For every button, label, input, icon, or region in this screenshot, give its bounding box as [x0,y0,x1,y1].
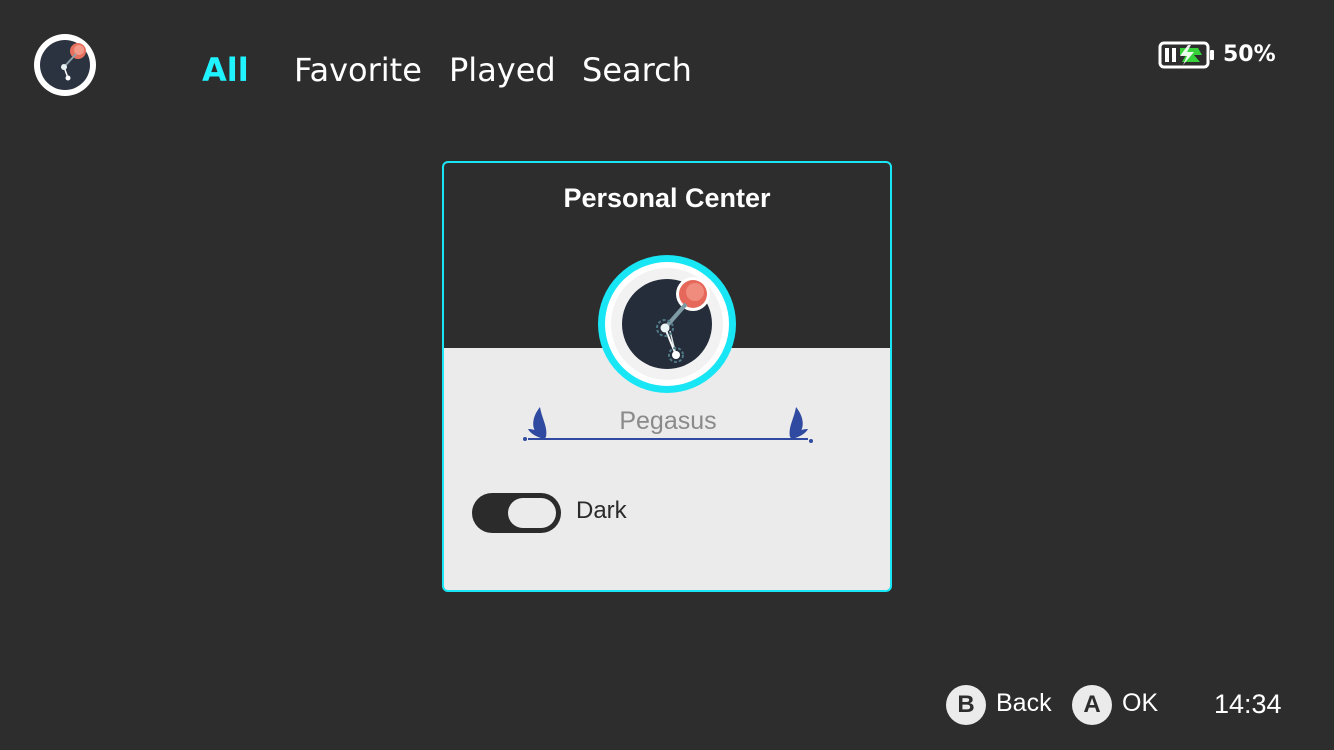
avatar-icon-graphic [34,34,96,96]
profile-avatar-icon[interactable] [598,255,736,393]
tab-all[interactable]: All [202,48,249,92]
avatar-icon[interactable] [34,34,96,96]
toggle-knob [508,498,556,528]
tab-search[interactable]: Search [582,48,692,92]
battery-percent: 50% [1223,42,1276,67]
clock: 14:34 [1214,689,1282,719]
card-title: Personal Center [563,183,771,213]
screen: All Favorite Played Search 50% Personal … [0,0,1334,750]
username-text: Pegasus [619,407,717,435]
ok-label: OK [1122,689,1159,717]
username-field[interactable]: Pegasus [522,401,814,449]
tab-favorite[interactable]: Favorite [294,48,422,92]
battery-charging-icon [1158,40,1216,70]
back-label: Back [996,689,1052,717]
dark-mode-toggle[interactable] [472,493,561,533]
tab-played[interactable]: Played [449,48,556,92]
personal-center-card: Personal Center Pegasus Dark [442,161,892,592]
a-button-icon: A [1072,685,1112,725]
b-button-icon: B [946,685,986,725]
toggle-label: Dark [576,497,627,524]
